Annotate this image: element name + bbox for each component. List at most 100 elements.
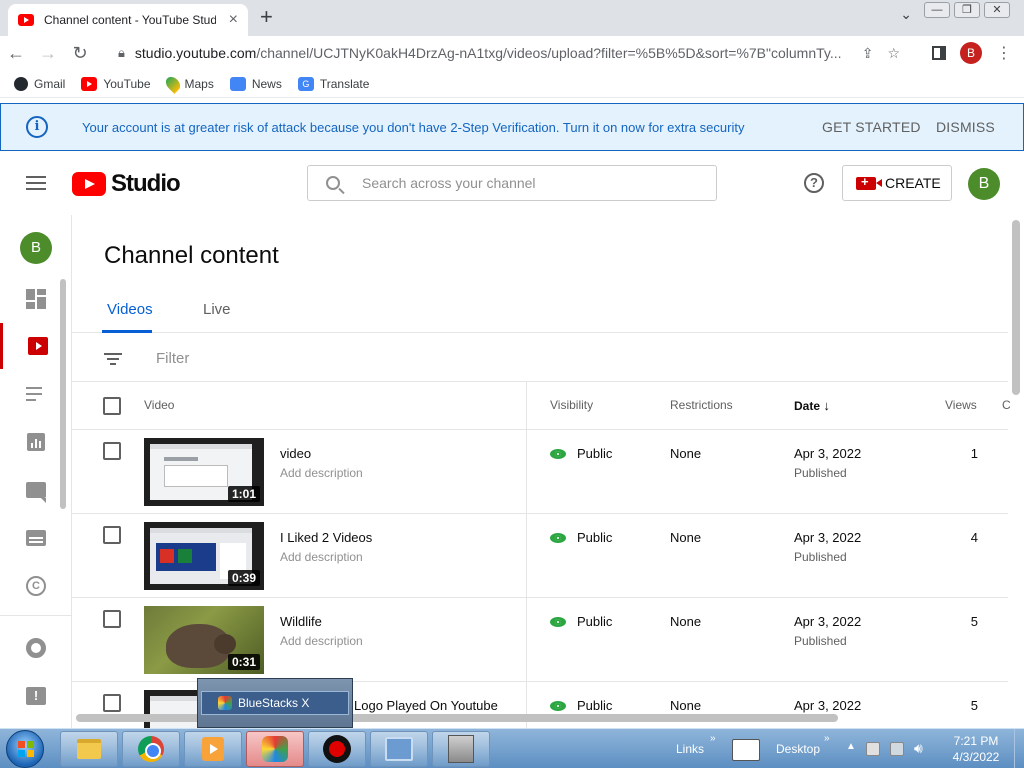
video-title[interactable]: Wildlife [280, 614, 322, 629]
nav-scrollbar[interactable] [60, 279, 66, 509]
bookmark-star-icon[interactable]: ☆ [887, 45, 900, 62]
table-row[interactable]: 0:39 I Liked 2 Videos Add description Pu… [72, 514, 1008, 598]
column-visibility[interactable]: Visibility [550, 398, 593, 412]
table-row[interactable]: 1:01 video Add description Public None A… [72, 430, 1008, 514]
row-checkbox[interactable] [103, 526, 121, 544]
table-horizontal-scrollbar[interactable] [76, 714, 838, 722]
visibility-cell[interactable]: Public [550, 446, 612, 461]
browser-menu-icon[interactable]: ⋮ [996, 43, 1012, 63]
action-center-icon[interactable] [866, 742, 880, 756]
video-duration: 1:01 [227, 486, 260, 502]
taskbar-preview-popup[interactable]: BlueStacks X [197, 678, 353, 728]
search-input[interactable] [362, 175, 682, 191]
row-checkbox[interactable] [103, 610, 121, 628]
nav-copyright[interactable]: C [0, 563, 72, 609]
banner-message: Your account is at greater risk of attac… [82, 119, 745, 135]
video-title[interactable]: video [280, 446, 311, 461]
forward-arrow-icon[interactable]: → [32, 43, 64, 64]
visibility-cell[interactable]: Public [550, 698, 612, 713]
video-description[interactable]: Add description [280, 634, 363, 648]
video-thumbnail[interactable]: 0:31 [144, 606, 264, 674]
dismiss-button[interactable]: DISMISS [936, 119, 995, 135]
bookmark-news[interactable]: News [229, 76, 282, 91]
start-button[interactable] [6, 730, 44, 768]
taskbar-system[interactable] [432, 731, 490, 767]
security-banner: i Your account is at greater risk of att… [0, 103, 1024, 151]
nav-subtitles[interactable] [0, 515, 72, 561]
page-vertical-scrollbar[interactable] [1012, 220, 1020, 395]
visibility-cell[interactable]: Public [550, 614, 612, 629]
filter-bar[interactable]: Filter [72, 333, 1008, 382]
column-restrictions[interactable]: Restrictions [670, 398, 733, 412]
bookmark-youtube[interactable]: YouTube [81, 76, 151, 91]
studio-header: Studio ? CREATE B [0, 152, 1024, 215]
nav-feedback[interactable]: ! [0, 673, 72, 719]
bookmark-gmail[interactable]: Gmail [14, 76, 65, 91]
taskbar-media-player[interactable] [184, 731, 242, 767]
taskbar-bluestacks[interactable] [246, 731, 304, 767]
new-tab-button[interactable]: + [260, 4, 273, 30]
reload-icon[interactable]: ↻ [64, 43, 96, 64]
links-chevron-icon[interactable]: » [710, 733, 716, 744]
bookmark-translate[interactable]: G Translate [297, 76, 369, 91]
content-icon [27, 337, 48, 355]
tab-videos[interactable]: Videos [107, 301, 153, 318]
taskbar-recorder[interactable] [308, 731, 366, 767]
filter-icon[interactable] [104, 353, 122, 365]
url-omnibox[interactable]: 🔒︎ studio.youtube.com/channel/UCJTNyK0ak… [108, 39, 904, 67]
system-clock[interactable]: 7:21 PM 4/3/2022 [936, 733, 1016, 765]
bookmark-maps[interactable]: Maps [162, 73, 214, 94]
column-overflow[interactable]: C [1002, 398, 1011, 412]
filter-input[interactable]: Filter [156, 350, 189, 367]
taskbar-control-panel[interactable] [370, 731, 428, 767]
desktop-chevron-icon[interactable]: » [824, 733, 830, 744]
restore-icon[interactable]: ❐ [954, 2, 980, 18]
tab-search-chevron-icon[interactable]: ⌄ [900, 6, 912, 23]
select-all-checkbox[interactable] [103, 397, 121, 415]
close-window-icon[interactable]: ✕ [984, 2, 1010, 18]
video-title[interactable]: Logo Played On Youtube [354, 698, 498, 713]
video-thumbnail[interactable]: 0:39 [144, 522, 264, 590]
links-toolbar[interactable]: Links [676, 742, 704, 756]
row-checkbox[interactable] [103, 442, 121, 460]
tray-expand-icon[interactable]: ▲ [846, 741, 856, 752]
restrictions-cell: None [670, 698, 702, 713]
share-icon[interactable]: ⇪ [862, 45, 874, 62]
network-icon[interactable] [890, 742, 904, 756]
row-checkbox[interactable] [103, 694, 121, 712]
paint-icon[interactable] [732, 739, 760, 761]
visibility-cell[interactable]: Public [550, 530, 612, 545]
bluestacks-preview-item[interactable]: BlueStacks X [201, 691, 349, 715]
nav-settings[interactable] [0, 625, 72, 671]
video-description[interactable]: Add description [280, 466, 363, 480]
table-row[interactable]: 0:31 Wildlife Add description Public Non… [72, 598, 1008, 682]
channel-avatar[interactable]: B [20, 232, 52, 264]
views-cell: 1 [970, 446, 978, 461]
help-icon[interactable]: ? [804, 173, 824, 193]
taskbar-explorer[interactable] [60, 731, 118, 767]
column-date[interactable]: Date ↓ [794, 398, 830, 413]
desktop-toolbar[interactable]: Desktop [776, 742, 820, 756]
create-button[interactable]: CREATE [842, 165, 952, 201]
browser-tab[interactable]: Channel content - YouTube Studio × [8, 4, 248, 36]
volume-icon[interactable]: 🔊︎ [914, 740, 923, 757]
url-text[interactable]: studio.youtube.com/channel/UCJTNyK0akH4D… [135, 45, 852, 61]
channel-search[interactable] [307, 165, 717, 201]
tab-live[interactable]: Live [203, 301, 231, 318]
get-started-button[interactable]: GET STARTED [822, 119, 921, 135]
side-panel-icon[interactable] [932, 46, 946, 60]
taskbar-chrome[interactable] [122, 731, 180, 767]
video-description[interactable]: Add description [280, 550, 363, 564]
video-thumbnail[interactable]: 1:01 [144, 438, 264, 506]
minimize-icon[interactable]: — [924, 2, 950, 18]
lock-icon[interactable]: 🔒︎ [118, 45, 125, 61]
hamburger-menu-icon[interactable] [26, 176, 46, 194]
browser-profile-avatar[interactable]: B [960, 42, 982, 64]
video-title[interactable]: I Liked 2 Videos [280, 530, 372, 545]
account-avatar[interactable]: B [968, 168, 1000, 200]
show-desktop-button[interactable] [1014, 729, 1024, 768]
tab-close-icon[interactable]: × [229, 11, 238, 29]
back-arrow-icon[interactable]: ← [0, 43, 32, 64]
column-views[interactable]: Views [945, 398, 977, 412]
studio-logo[interactable]: Studio [72, 170, 181, 198]
